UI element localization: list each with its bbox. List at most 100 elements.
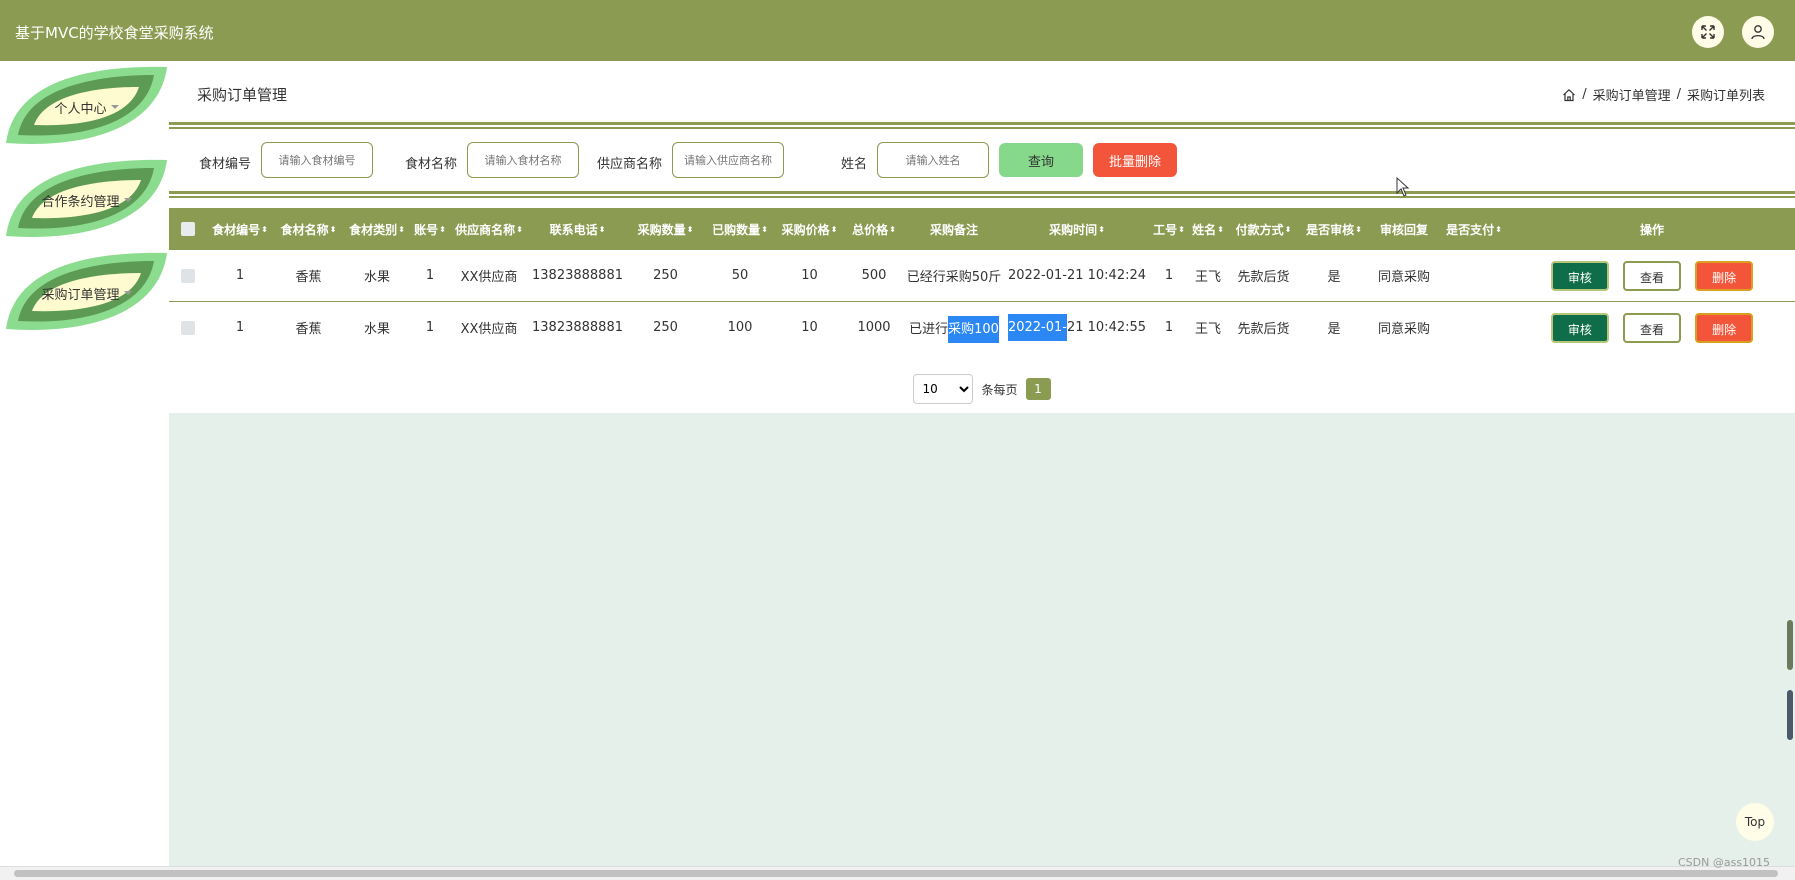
cell-total: 500 <box>844 250 904 302</box>
row-checkbox[interactable] <box>180 320 195 335</box>
query-button[interactable]: 查询 <box>999 143 1083 177</box>
person-search-input[interactable] <box>877 142 989 178</box>
fullscreen-icon <box>1701 25 1715 39</box>
select-all-cell <box>169 208 206 250</box>
cell-phone: 13823888881 <box>529 250 626 302</box>
name-search-input[interactable] <box>467 142 579 178</box>
cell-bought: 100 <box>705 301 775 354</box>
cell-account: 1 <box>411 301 449 354</box>
column-header[interactable]: 总价格⬍ <box>844 208 904 250</box>
sort-icon: ⬍ <box>1495 225 1502 234</box>
column-header: 操作 <box>1509 208 1795 250</box>
scroll-thumb[interactable] <box>14 870 1778 877</box>
fullscreen-button[interactable] <box>1692 16 1724 48</box>
sort-icon: ⬍ <box>329 225 337 234</box>
top-header: 基于MVC的学校食堂采购系统 <box>0 0 1795 61</box>
cell-name: 香蕉 <box>274 301 343 354</box>
page-number-button[interactable]: 1 <box>1025 378 1051 400</box>
search-label-code: 食材编号 <box>199 157 252 172</box>
column-header[interactable]: 联系电话⬍ <box>529 208 626 250</box>
column-header: 审核回复 <box>1369 208 1439 250</box>
scroll-thumb[interactable] <box>1787 620 1793 670</box>
column-header[interactable]: 食材编号⬍ <box>206 208 274 250</box>
view-button[interactable]: 查看 <box>1623 312 1681 343</box>
delete-button[interactable]: 删除 <box>1695 260 1754 291</box>
code-search-input[interactable] <box>261 142 373 178</box>
column-header[interactable]: 食材名称⬍ <box>274 208 343 250</box>
search-label-supplier: 供应商名称 <box>597 157 663 172</box>
time-text: 21 10:42:55 <box>1066 320 1147 335</box>
home-icon[interactable] <box>1562 88 1576 102</box>
column-header[interactable]: 采购时间⬍ <box>1004 208 1150 250</box>
column-header[interactable]: 账号⬍ <box>411 208 449 250</box>
leaf-shape-icon <box>6 252 167 330</box>
pagination: 10 条每页 1 <box>169 372 1795 406</box>
sidebar: 个人中心 合作条约管理 采购订单管理 <box>0 61 169 866</box>
cell-emp: 1 <box>1150 301 1188 354</box>
sort-icon: ⬍ <box>516 225 523 234</box>
cell-phone: 13823888881 <box>529 301 626 354</box>
column-header[interactable]: 是否审核⬍ <box>1299 208 1369 250</box>
orders-table: 食材编号⬍ 食材名称⬍ 食材类别⬍ 账号⬍ 供应商名称⬍ 联系电话⬍ 采购数量⬍… <box>169 208 1795 354</box>
column-header[interactable]: 食材类别⬍ <box>343 208 411 250</box>
column-header[interactable]: 供应商名称⬍ <box>449 208 529 250</box>
sort-icon: ⬍ <box>1355 225 1362 234</box>
sidebar-item-contracts[interactable]: 合作条约管理 <box>4 156 169 244</box>
selected-text: 采购100 <box>948 316 999 343</box>
divider <box>169 122 1795 129</box>
breadcrumb: / 采购订单管理 / 采购订单列表 <box>1562 85 1765 104</box>
audit-button[interactable]: 审核 <box>1550 260 1609 291</box>
sort-icon: ⬍ <box>830 225 838 234</box>
scroll-thumb[interactable] <box>1787 690 1793 740</box>
cell-code: 1 <box>206 250 274 302</box>
cell-bought: 50 <box>705 250 775 302</box>
page-header: 采购订单管理 / 采购订单管理 / 采购订单列表 <box>169 61 1795 123</box>
watermark: CSDN @ass1015 <box>1678 856 1771 869</box>
column-header[interactable]: 付款方式⬍ <box>1228 208 1299 250</box>
delete-button[interactable]: 删除 <box>1695 312 1754 343</box>
column-header[interactable]: 采购数量⬍ <box>626 208 705 250</box>
selected-text: 2022-01- <box>1007 314 1067 341</box>
divider <box>169 191 1795 198</box>
user-icon <box>1751 25 1765 40</box>
cell-pay: 先款后货 <box>1228 301 1299 354</box>
cell-name: 香蕉 <box>274 250 343 302</box>
breadcrumb-item[interactable]: 采购订单管理 <box>1593 85 1671 104</box>
page-size-select[interactable]: 10 <box>913 374 974 404</box>
app-title: 基于MVC的学校食堂采购系统 <box>15 24 214 42</box>
breadcrumb-separator: / <box>1676 87 1681 102</box>
cell-total: 1000 <box>844 301 904 354</box>
sort-icon: ⬍ <box>1098 225 1105 234</box>
column-header[interactable]: 采购价格⬍ <box>775 208 844 250</box>
per-page-label: 条每页 <box>981 382 1018 397</box>
sidebar-item-orders[interactable]: 采购订单管理 <box>4 249 169 337</box>
horizontal-scrollbar[interactable] <box>0 866 1795 880</box>
sort-icon: ⬍ <box>598 225 606 234</box>
sidebar-item-profile[interactable]: 个人中心 <box>4 63 169 151</box>
back-to-top-button[interactable]: Top <box>1736 803 1774 841</box>
cell-paid <box>1439 301 1509 354</box>
cell-emp: 1 <box>1150 250 1188 302</box>
batch-delete-button[interactable]: 批量删除 <box>1093 143 1177 177</box>
view-button[interactable]: 查看 <box>1623 260 1681 291</box>
user-button[interactable] <box>1742 16 1774 48</box>
vertical-scrollbar[interactable] <box>1784 0 1795 866</box>
cell-code: 1 <box>206 301 274 354</box>
audit-button[interactable]: 审核 <box>1550 312 1609 343</box>
note-text: 已进行 <box>909 322 949 337</box>
column-header: 采购备注 <box>904 208 1004 250</box>
column-header[interactable]: 是否支付⬍ <box>1439 208 1509 250</box>
select-all-checkbox[interactable] <box>180 222 195 237</box>
cell-qty: 250 <box>626 301 705 354</box>
column-header[interactable]: 已购数量⬍ <box>705 208 775 250</box>
supplier-search-input[interactable] <box>672 142 784 178</box>
column-header[interactable]: 工号⬍ <box>1150 208 1188 250</box>
cell-account: 1 <box>411 250 449 302</box>
cell-pay: 先款后货 <box>1228 250 1299 302</box>
cell-paid <box>1439 250 1509 302</box>
row-checkbox[interactable] <box>180 268 195 283</box>
column-header[interactable]: 姓名⬍ <box>1188 208 1228 250</box>
cell-supplier: XX供应商 <box>449 250 529 302</box>
cell-person: 王飞 <box>1188 301 1228 354</box>
cell-time: 2022-01-21 10:42:24 <box>1004 250 1150 302</box>
